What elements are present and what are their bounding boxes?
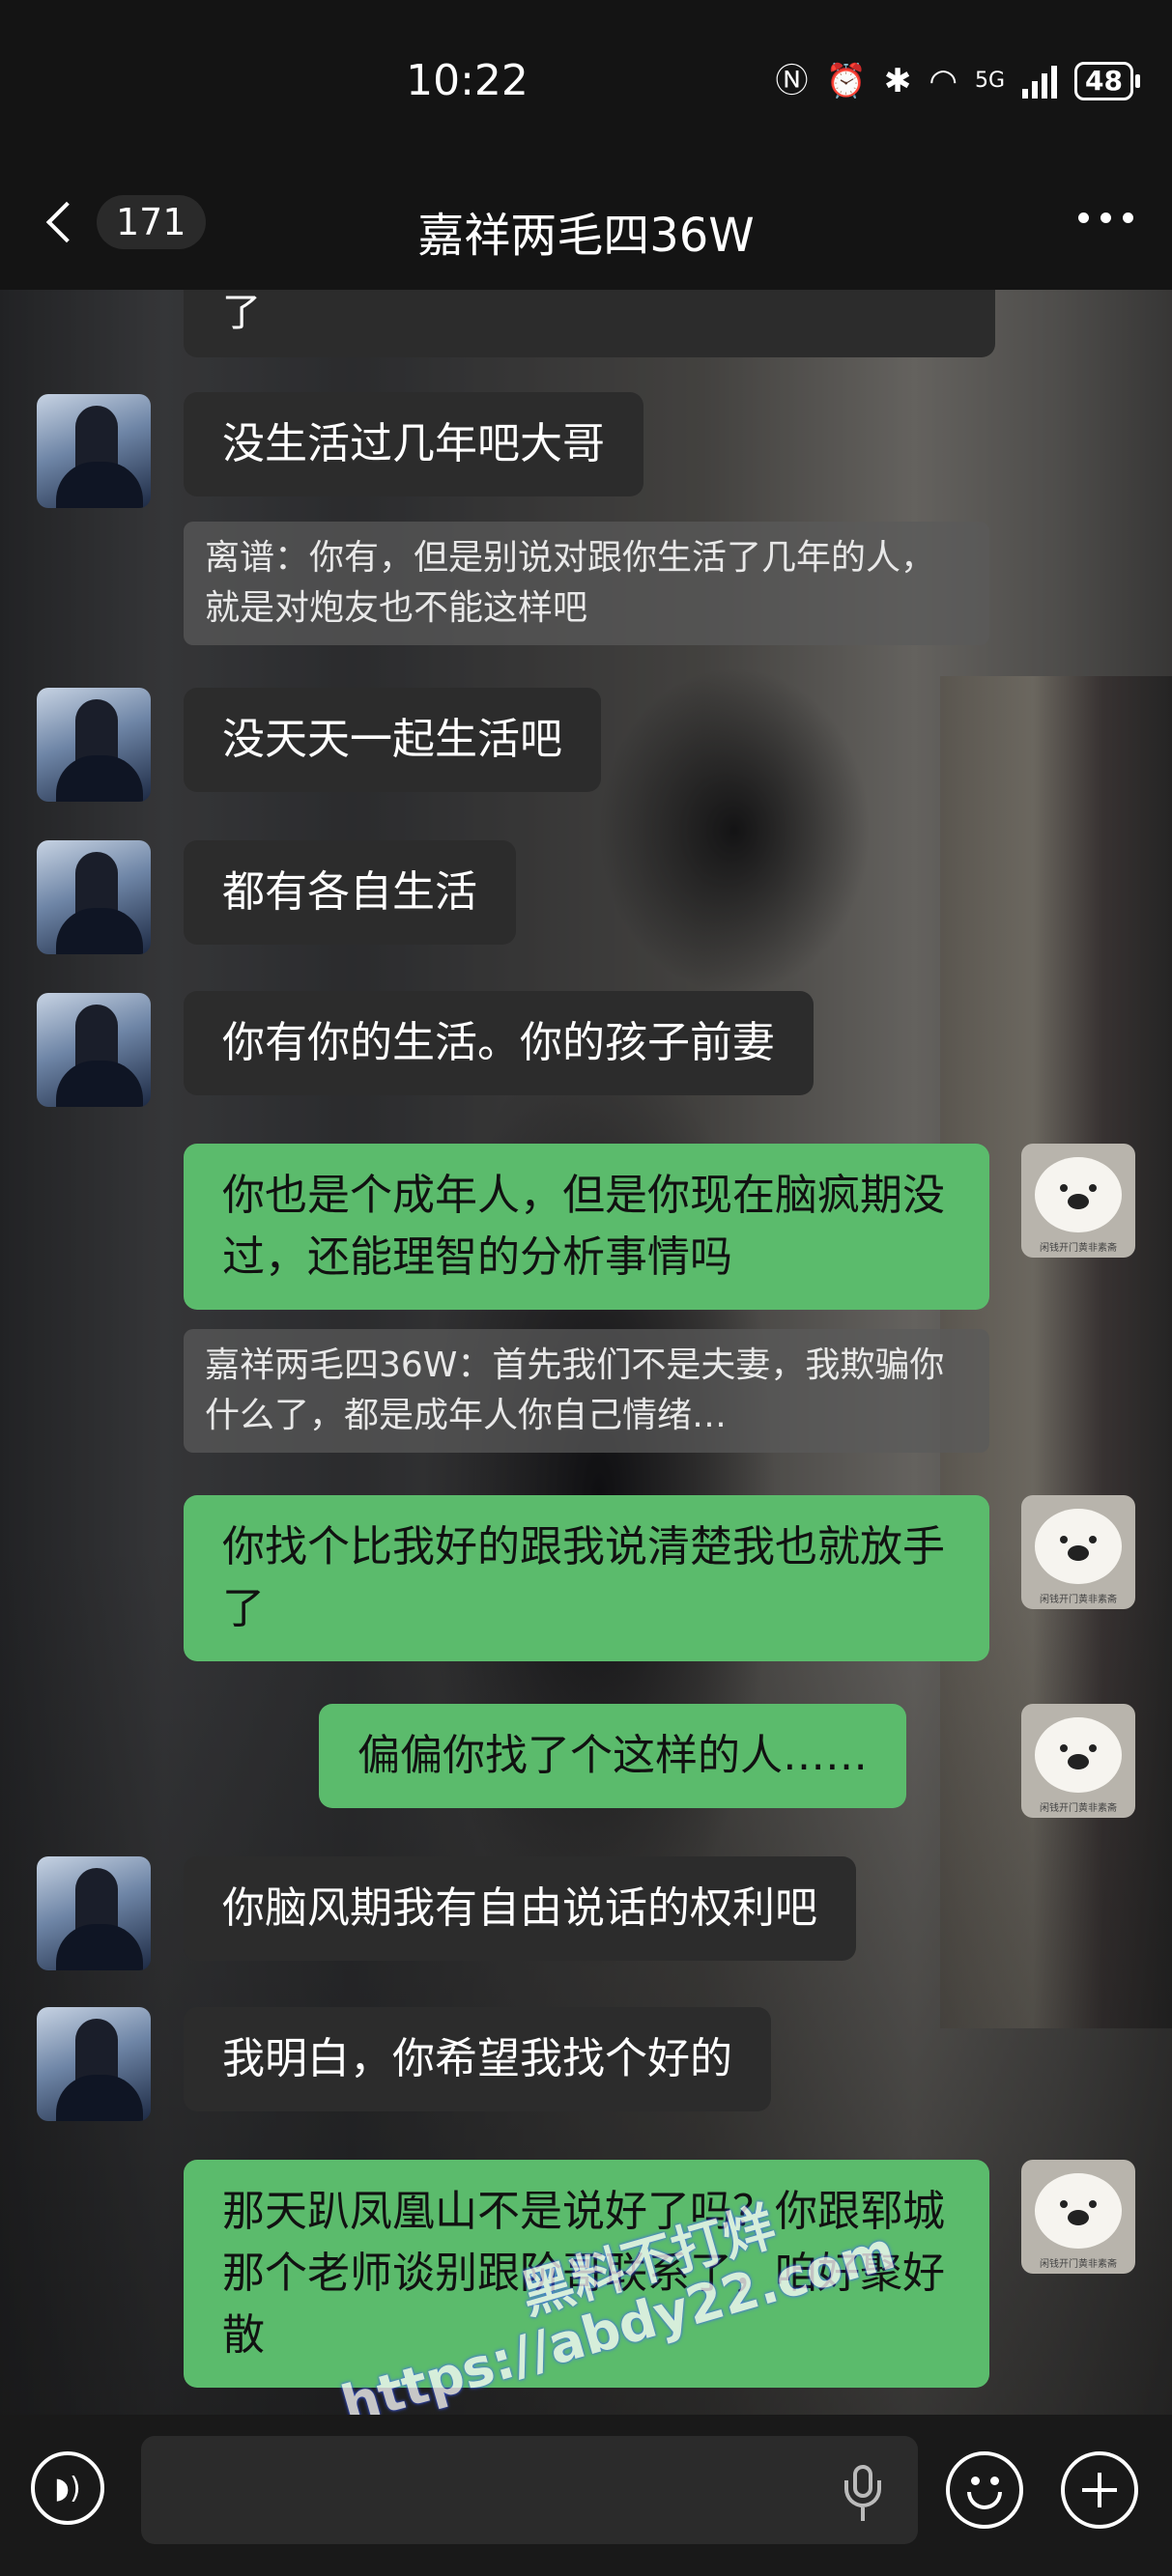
message-bubble-outgoing[interactable]: 你也是个成年人，但是你现在脑疯期没过，还能理智的分析事情吗	[184, 1144, 989, 1310]
message-bubble-outgoing[interactable]: 你找个比我好的跟我说清楚我也就放手了	[184, 1495, 989, 1661]
emoji-eye	[990, 2477, 999, 2485]
my-avatar[interactable]: 闲钱开门黄非素斋	[1021, 1144, 1135, 1258]
my-avatar[interactable]: 闲钱开门黄非素斋	[1021, 2160, 1135, 2274]
contact-avatar[interactable]	[37, 840, 151, 954]
quoted-message[interactable]: 嘉祥两毛四36W：首先我们不是夫妻，我欺骗你什么了，都是成年人你自己情绪…	[184, 1329, 989, 1453]
input-bar: ◗)	[0, 2415, 1172, 2576]
add-attachment-button[interactable]	[1061, 2451, 1138, 2529]
quoted-message[interactable]: 离谱：你有，但是别说对跟你生活了几年的人，就是对炮友也不能这样吧	[184, 522, 989, 645]
voice-wave-icon: ◗)	[54, 2471, 81, 2505]
voice-input-button[interactable]: ◗)	[31, 2451, 104, 2525]
nfc-icon: Ⓝ	[775, 62, 809, 100]
message-bubble-incoming[interactable]: 都有各自生活	[184, 840, 516, 945]
alarm-icon: ⏰	[825, 62, 867, 100]
chat-header: 171 嘉祥两毛四36W	[0, 174, 1172, 290]
contact-avatar[interactable]	[37, 2007, 151, 2121]
dot-icon	[1101, 212, 1111, 223]
smile-icon	[967, 2492, 1002, 2509]
contact-avatar[interactable]	[37, 993, 151, 1107]
signal-icon	[1022, 64, 1058, 99]
contact-avatar[interactable]	[37, 688, 151, 802]
message-list[interactable]: 了 没生活过几年吧大哥 离谱：你有，但是别说对跟你生活了几年的人，就是对炮友也不…	[0, 290, 1172, 2415]
wifi-icon: ◠	[929, 62, 958, 100]
message-bubble-partial[interactable]: 了	[184, 290, 995, 357]
my-avatar[interactable]: 闲钱开门黄非素斋	[1021, 1704, 1135, 1818]
network-type: 5G	[974, 69, 1006, 93]
battery-icon: 48	[1074, 62, 1140, 100]
more-options-button[interactable]	[1078, 212, 1133, 223]
message-bubble-incoming[interactable]: 没天天一起生活吧	[184, 688, 601, 792]
my-avatar[interactable]: 闲钱开门黄非素斋	[1021, 1495, 1135, 1609]
message-bubble-incoming[interactable]: 你脑风期我有自由说话的权利吧	[184, 1856, 856, 1961]
status-bar: 10:22 Ⓝ ⏰ ✱ ◠ 5G 48	[0, 0, 1172, 174]
emoji-button[interactable]	[946, 2451, 1023, 2529]
dot-icon	[1078, 212, 1089, 223]
message-bubble-outgoing[interactable]: 偏偏你找了个这样的人……	[319, 1704, 906, 1808]
message-bubble-incoming[interactable]: 我明白，你希望我找个好的	[184, 2007, 771, 2111]
message-input[interactable]	[141, 2436, 918, 2544]
message-bubble-incoming[interactable]: 没生活过几年吧大哥	[184, 392, 643, 496]
contact-avatar[interactable]	[37, 1856, 151, 1970]
bluetooth-icon: ✱	[883, 62, 912, 100]
contact-avatar[interactable]	[37, 394, 151, 508]
status-icons: Ⓝ ⏰ ✱ ◠ 5G 48	[775, 62, 1140, 100]
emoji-eye	[971, 2477, 980, 2485]
microphone-icon[interactable]	[841, 2465, 885, 2523]
message-bubble-incoming[interactable]: 你有你的生活。你的孩子前妻	[184, 991, 814, 1095]
dot-icon	[1123, 212, 1133, 223]
chat-title: 嘉祥两毛四36W	[417, 209, 755, 263]
